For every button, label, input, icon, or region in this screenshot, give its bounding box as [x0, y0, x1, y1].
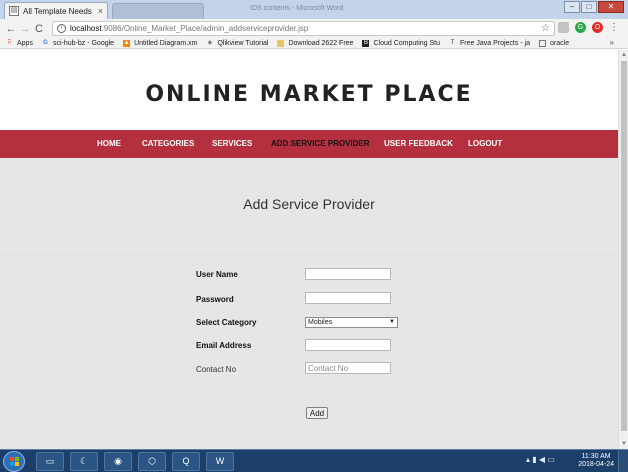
- eclipse-icon[interactable]: ☾: [70, 452, 98, 471]
- address-bar[interactable]: i localhost :9086/Online_Market_Place/ad…: [52, 21, 555, 36]
- drawio-icon: ▲: [123, 39, 131, 47]
- site-title: ONLINE MARKET PLACE: [145, 82, 473, 107]
- page-favicon-icon: ▤: [9, 6, 19, 16]
- contact-label: Contact No: [196, 365, 237, 374]
- extension-icon[interactable]: [558, 22, 569, 33]
- tab-close-icon[interactable]: ×: [98, 6, 103, 16]
- nav-categories[interactable]: CATEGORIES: [142, 139, 194, 148]
- page-scrollbar[interactable]: ▲ ▼: [618, 50, 628, 449]
- virtualbox-icon[interactable]: ⬡: [138, 452, 166, 471]
- scroll-thumb[interactable]: [621, 61, 627, 431]
- system-tray: ▴ ▮ ◀ ▭ 11:30 AM 2018-04-24: [518, 450, 628, 472]
- bookmark-label: Apps: [17, 39, 33, 47]
- bookmark-label: Cloud Computing Stu: [373, 39, 440, 47]
- tray-icons[interactable]: ▴ ▮ ◀ ▭: [526, 455, 555, 464]
- forward-button[interactable]: →: [18, 23, 32, 35]
- bookmark-label: Free Java Projects - ja: [460, 39, 531, 47]
- google-icon: G: [43, 39, 48, 46]
- grammarly-icon[interactable]: G: [575, 22, 586, 33]
- nav-user-feedback[interactable]: USER FEEDBACK: [384, 139, 453, 148]
- start-button[interactable]: [3, 451, 25, 472]
- maximize-button[interactable]: □: [581, 1, 597, 13]
- window-controls: – □ ✕: [563, 1, 624, 13]
- nav-home[interactable]: HOME: [97, 139, 121, 148]
- back-button[interactable]: ←: [4, 23, 18, 35]
- opera-icon[interactable]: O: [592, 22, 603, 33]
- bookmark-star-icon[interactable]: ☆: [541, 23, 550, 34]
- email-input[interactable]: [305, 339, 391, 351]
- type-icon: T: [450, 39, 455, 46]
- page-viewport: ONLINE MARKET PLACE HOME CATEGORIES SERV…: [0, 50, 618, 449]
- browser-tab-new[interactable]: [112, 3, 204, 19]
- clock-time: 11:30 AM: [581, 453, 611, 460]
- email-label: Email Address: [196, 341, 252, 350]
- bookmark-oracle[interactable]: oracle: [539, 39, 570, 47]
- clock[interactable]: 11:30 AM 2018-04-24: [578, 453, 614, 469]
- window-title: IDS contents - Microsoft Word: [250, 5, 344, 12]
- windows-logo-icon: [10, 457, 19, 466]
- bookmark-qlikview[interactable]: ◈ Qlikview Tutorial: [206, 39, 269, 47]
- folder-icon: [277, 39, 285, 47]
- browser-toolbar: ← → C i localhost :9086/Online_Market_Pl…: [0, 19, 628, 38]
- extensions-area: G O ⋮: [558, 22, 619, 33]
- browser-tab-active[interactable]: ▤ All Template Needs ×: [4, 2, 108, 19]
- bookmark-label: Qlikview Tutorial: [217, 39, 269, 47]
- chevron-down-icon: ▼: [389, 319, 395, 325]
- main-navbar: HOME CATEGORIES SERVICES ADD SERVICE PRO…: [0, 130, 618, 158]
- page-heading: Add Service Provider: [243, 196, 375, 212]
- nav-logout[interactable]: LOGOUT: [468, 139, 502, 148]
- password-input[interactable]: [305, 292, 391, 304]
- qlikview-icon[interactable]: Q: [172, 452, 200, 471]
- category-selected-value: Mobiles: [308, 319, 333, 326]
- browser-title-bar: ▤ All Template Needs × IDS contents - Mi…: [0, 0, 628, 19]
- form-section: User Name Password Select Category Mobil…: [0, 250, 618, 449]
- password-label: Password: [196, 295, 234, 304]
- nav-add-service-provider[interactable]: ADD SERVICE PROVIDER: [271, 139, 370, 148]
- bookmark-label: sci-hub-bz - Google: [52, 39, 115, 47]
- url-path: :9086/Online_Market_Place/admin_addservi…: [101, 24, 309, 33]
- bookmark-label: Untitled Diagram.xm: [134, 39, 198, 47]
- scroll-down-icon[interactable]: ▼: [621, 441, 627, 447]
- bookmark-label: Download 2622 Free: [288, 39, 354, 47]
- qlik-icon: ◈: [207, 39, 213, 46]
- page-icon: [539, 39, 547, 47]
- browser-menu-icon[interactable]: ⋮: [609, 22, 619, 33]
- word-icon[interactable]: W: [206, 452, 234, 471]
- nav-services[interactable]: SERVICES: [212, 139, 252, 148]
- bookmarks-bar: ⠿ Apps G sci-hub-bz - Google ▲ Untitled …: [0, 38, 628, 49]
- apps-icon: ⠿: [7, 39, 12, 46]
- page-banner: Add Service Provider: [0, 158, 618, 249]
- bookmark-sci-hub[interactable]: G sci-hub-bz - Google: [42, 40, 114, 47]
- close-window-button[interactable]: ✕: [598, 1, 624, 13]
- show-desktop-button[interactable]: [618, 450, 628, 472]
- tab-title: All Template Needs: [23, 6, 92, 16]
- scroll-up-icon[interactable]: ▲: [621, 52, 627, 58]
- bookmark-apps[interactable]: ⠿ Apps: [6, 40, 33, 47]
- chrome-icon[interactable]: ◉: [104, 452, 132, 471]
- minimize-button[interactable]: –: [564, 1, 580, 13]
- bookmarks-overflow-icon[interactable]: »: [610, 38, 614, 47]
- bookmark-download[interactable]: Download 2622 Free: [277, 39, 354, 47]
- username-input[interactable]: [305, 268, 391, 280]
- username-label: User Name: [196, 270, 238, 279]
- bookmark-java-projects[interactable]: T Free Java Projects - ja: [449, 40, 530, 47]
- bookmark-icon: B: [362, 39, 370, 47]
- info-icon[interactable]: i: [57, 24, 66, 33]
- clock-date: 2018-04-24: [578, 461, 614, 468]
- windows-taskbar: ▭ ☾ ◉ ⬡ Q W ▴ ▮ ◀ ▭ 11:30 AM 2018-04-24: [0, 449, 628, 472]
- bookmark-label: oracle: [550, 39, 570, 47]
- add-button[interactable]: Add: [306, 407, 328, 419]
- contact-input[interactable]: [305, 362, 391, 374]
- file-explorer-icon[interactable]: ▭: [36, 452, 64, 471]
- category-label: Select Category: [196, 318, 257, 327]
- bookmark-cloud-computing[interactable]: B Cloud Computing Stu: [362, 39, 440, 47]
- url-host: localhost: [70, 24, 102, 33]
- reload-button[interactable]: C: [32, 23, 46, 35]
- category-select[interactable]: Mobiles ▼: [305, 317, 398, 328]
- bookmark-untitled-diagram[interactable]: ▲ Untitled Diagram.xm: [123, 39, 198, 47]
